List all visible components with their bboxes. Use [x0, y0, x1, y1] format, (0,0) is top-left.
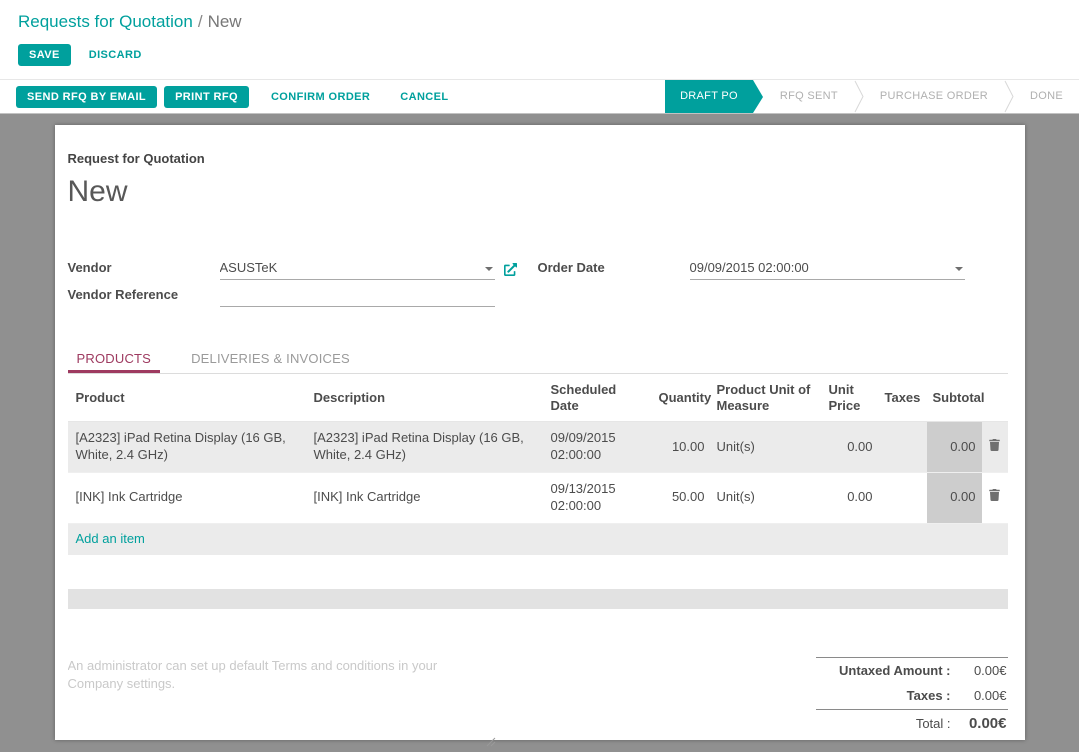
taxes-value: 0.00€: [961, 688, 1007, 703]
add-item-row: Add an item: [68, 523, 1008, 554]
chevron-right-icon: [854, 80, 864, 113]
cell-quantity[interactable]: 50.00: [653, 472, 711, 523]
vendor-field-row: Vendor: [68, 253, 538, 280]
resize-handle-icon[interactable]: [486, 734, 496, 752]
action-toolbar: SEND RFQ BY EMAIL PRINT RFQ CONFIRM ORDE…: [0, 79, 1079, 114]
confirm-order-button[interactable]: CONFIRM ORDER: [271, 91, 370, 103]
add-an-item-link[interactable]: Add an item: [68, 523, 1008, 554]
external-link-icon[interactable]: [504, 263, 517, 280]
table-header-row: Product Description Scheduled Date Quant…: [68, 374, 1008, 422]
totals-panel: Untaxed Amount : 0.00€ Taxes : 0.00€ Tot…: [816, 657, 1008, 737]
cell-quantity[interactable]: 10.00: [653, 422, 711, 473]
col-header-description: Description: [308, 374, 545, 422]
cell-uom[interactable]: Unit(s): [711, 472, 823, 523]
vendor-label: Vendor: [68, 260, 220, 280]
statusbar-step-rfq-sent[interactable]: RFQ SENT: [764, 80, 854, 113]
cell-scheduled-date[interactable]: 09/13/2015 02:00:00: [545, 472, 653, 523]
section-separator-band: [68, 589, 1008, 609]
untaxed-amount-row: Untaxed Amount : 0.00€: [816, 657, 1008, 683]
notebook-tabs: PRODUCTS DELIVERIES & INVOICES: [68, 345, 1008, 374]
taxes-label: Taxes :: [907, 688, 951, 703]
form-left-column: Vendor Vendor Reference: [68, 253, 538, 307]
cell-taxes[interactable]: [879, 472, 927, 523]
order-date-label: Order Date: [538, 260, 690, 280]
top-header: Requests for Quotation / New SAVE DISCARD: [0, 0, 1079, 79]
cell-uom[interactable]: Unit(s): [711, 422, 823, 473]
send-rfq-by-email-button[interactable]: SEND RFQ BY EMAIL: [16, 86, 157, 108]
vendor-reference-label: Vendor Reference: [68, 287, 220, 307]
col-header-unit-price: Unit Price: [823, 374, 879, 422]
cancel-button[interactable]: CANCEL: [400, 91, 448, 103]
col-header-product: Product: [68, 374, 308, 422]
statusbar-step-purchase-order[interactable]: PURCHASE ORDER: [864, 80, 1004, 113]
form-right-column: Order Date: [538, 253, 1008, 307]
record-actions: SAVE DISCARD: [0, 32, 1079, 79]
record-title: New: [68, 175, 1008, 209]
caret-down-icon[interactable]: [485, 267, 493, 271]
terms-and-conditions: [68, 657, 492, 744]
col-header-delete: [982, 374, 1008, 422]
table-row[interactable]: [INK] Ink Cartridge [INK] Ink Cartridge …: [68, 472, 1008, 523]
form-fields: Vendor Vendor Reference Order Date: [68, 253, 1008, 307]
form-sheet: Request for Quotation New Vendor Vendor …: [55, 125, 1025, 740]
caret-down-icon[interactable]: [955, 267, 963, 271]
statusbar-step-done[interactable]: DONE: [1014, 80, 1079, 113]
cell-scheduled-date[interactable]: 09/09/2015 02:00:00: [545, 422, 653, 473]
save-button[interactable]: SAVE: [18, 44, 71, 66]
tab-deliveries-invoices[interactable]: DELIVERIES & INVOICES: [182, 345, 359, 373]
total-value: 0.00€: [961, 715, 1007, 732]
cell-description[interactable]: [INK] Ink Cartridge: [308, 472, 545, 523]
col-header-taxes: Taxes: [879, 374, 927, 422]
cell-unit-price[interactable]: 0.00: [823, 422, 879, 473]
cell-description[interactable]: [A2323] iPad Retina Display (16 GB, Whit…: [308, 422, 545, 473]
vendor-reference-field-row: Vendor Reference: [68, 280, 538, 307]
order-date-input[interactable]: [690, 258, 965, 279]
vendor-field: [220, 258, 495, 280]
vendor-reference-input[interactable]: [220, 285, 495, 306]
breadcrumb-root-link[interactable]: Requests for Quotation: [18, 12, 193, 31]
breadcrumb-current: New: [208, 12, 242, 31]
col-header-uom: Product Unit of Measure: [711, 374, 823, 422]
cell-taxes[interactable]: [879, 422, 927, 473]
untaxed-amount-label: Untaxed Amount :: [839, 663, 950, 678]
trash-icon[interactable]: [982, 472, 1008, 523]
cell-subtotal: 0.00: [927, 422, 982, 473]
total-label: Total :: [916, 716, 951, 731]
total-row: Total : 0.00€: [816, 709, 1008, 737]
tab-products[interactable]: PRODUCTS: [68, 345, 161, 373]
breadcrumb: Requests for Quotation / New: [0, 0, 1079, 32]
discard-button[interactable]: DISCARD: [89, 49, 142, 61]
taxes-row: Taxes : 0.00€: [816, 683, 1008, 708]
breadcrumb-separator: /: [198, 12, 203, 31]
col-header-subtotal: Subtotal: [927, 374, 982, 422]
cell-subtotal: 0.00: [927, 472, 982, 523]
sheet-subtitle: Request for Quotation: [68, 151, 1008, 166]
cell-product[interactable]: [INK] Ink Cartridge: [68, 472, 308, 523]
order-date-field: [690, 258, 965, 280]
statusbar-step-draft-po[interactable]: DRAFT PO: [665, 80, 753, 113]
sheet-footer: Untaxed Amount : 0.00€ Taxes : 0.00€ Tot…: [68, 657, 1008, 744]
col-header-scheduled-date: Scheduled Date: [545, 374, 653, 422]
table-row[interactable]: [A2323] iPad Retina Display (16 GB, Whit…: [68, 422, 1008, 473]
vendor-reference-field: [220, 285, 495, 307]
order-date-field-row: Order Date: [538, 253, 1008, 280]
untaxed-amount-value: 0.00€: [961, 663, 1007, 678]
cell-unit-price[interactable]: 0.00: [823, 472, 879, 523]
notes-textarea[interactable]: [68, 657, 492, 739]
print-rfq-button[interactable]: PRINT RFQ: [164, 86, 249, 108]
col-header-quantity: Quantity: [653, 374, 711, 422]
statusbar: DRAFT PO RFQ SENT PURCHASE ORDER DONE: [665, 80, 1079, 113]
trash-icon[interactable]: [982, 422, 1008, 473]
vendor-input[interactable]: [220, 258, 495, 279]
order-lines-table: Product Description Scheduled Date Quant…: [68, 374, 1008, 555]
chevron-right-icon: [1004, 80, 1014, 113]
cell-product[interactable]: [A2323] iPad Retina Display (16 GB, Whit…: [68, 422, 308, 473]
